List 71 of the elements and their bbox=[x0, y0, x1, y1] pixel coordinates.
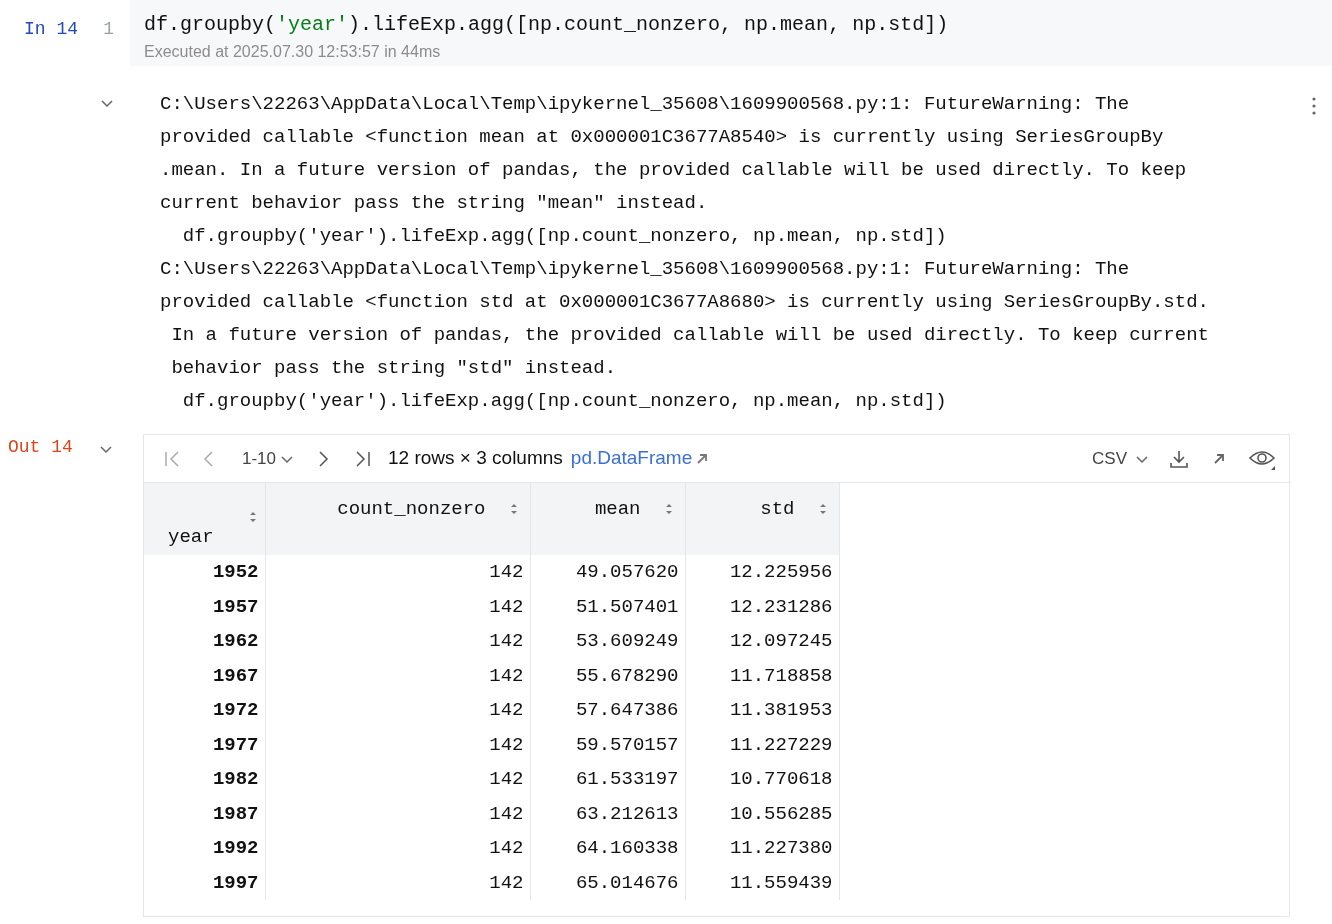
sort-icon[interactable] bbox=[664, 503, 673, 516]
row-index: 1952 bbox=[144, 555, 265, 590]
row-index: 1977 bbox=[144, 727, 265, 762]
table-cell: 51.507401 bbox=[530, 589, 685, 624]
output-text-line: C:\Users\22263\AppData\Local\Temp\ipykernel_35608\1609900568.py:1: FutureWarning: The bbox=[160, 257, 1131, 282]
table-cell: 11.718858 bbox=[685, 658, 839, 693]
table-cell: 142 bbox=[265, 762, 530, 797]
table-cell: 142 bbox=[265, 796, 530, 831]
table-summary: 12 rows × 3 columns bbox=[388, 446, 563, 471]
output-text-line: provided callable <function std at 0x000001C3677A8680> is currently using SeriesGroupBy.std. bbox=[160, 290, 1209, 315]
table-cell: 11.381953 bbox=[685, 693, 839, 728]
table-cell: 63.212613 bbox=[530, 796, 685, 831]
output-text-line: C:\Users\22263\AppData\Local\Temp\ipykernel_35608\1609900568.py:1: FutureWarning: The bbox=[160, 92, 1131, 117]
table-cell: 11.227380 bbox=[685, 831, 839, 866]
export-format-dropdown[interactable]: CSV bbox=[1084, 445, 1157, 472]
column-header-label[interactable]: std bbox=[760, 495, 795, 524]
sort-icon[interactable] bbox=[509, 503, 518, 516]
table-cell: 65.014676 bbox=[530, 865, 685, 900]
type-link[interactable]: pd.DataFrame bbox=[570, 444, 709, 473]
table-cell: 12.231286 bbox=[685, 589, 839, 624]
more-options-icon[interactable] bbox=[1311, 96, 1317, 116]
output-text-line: df.groupby('year').lifeExp.agg([np.count_nonzero, np.mean, np.std]) bbox=[181, 224, 948, 249]
row-index: 1987 bbox=[144, 796, 265, 831]
table-cell: 142 bbox=[265, 555, 530, 590]
table-cell: 142 bbox=[265, 693, 530, 728]
row-index: 1957 bbox=[144, 589, 265, 624]
table-cell: 142 bbox=[265, 658, 530, 693]
table-cell: 12.225956 bbox=[685, 555, 839, 590]
output-text-line: current behavior pass the string "mean" instead. bbox=[160, 191, 709, 216]
table-cell: 49.057620 bbox=[530, 555, 685, 590]
download-icon[interactable] bbox=[1169, 448, 1189, 469]
sort-icon[interactable] bbox=[818, 503, 827, 516]
row-index: 1997 bbox=[144, 865, 265, 900]
table-cell: 142 bbox=[265, 589, 530, 624]
table-cell: 12.097245 bbox=[685, 624, 839, 659]
cell-prompt: Out 14 bbox=[7, 436, 73, 459]
table-cell: 10.770618 bbox=[685, 762, 839, 797]
table-cell: 57.647386 bbox=[530, 693, 685, 728]
last-page-icon[interactable] bbox=[354, 449, 373, 468]
cell-prompt: In 14 bbox=[23, 18, 78, 41]
table-cell: 142 bbox=[265, 831, 530, 866]
external-link-icon bbox=[696, 452, 709, 465]
execution-info: Executed at 2025.07.30 12:53:57 in 44ms bbox=[144, 42, 442, 62]
column-header-label[interactable]: mean bbox=[594, 495, 641, 524]
output-text-line: .mean. In a future version of pandas, the provided callable will be used directly. To keep bbox=[160, 158, 1188, 183]
table-cell: 10.556285 bbox=[685, 796, 839, 831]
table-cell: 59.570157 bbox=[530, 727, 685, 762]
table-cell: 142 bbox=[265, 727, 530, 762]
row-index: 1992 bbox=[144, 831, 265, 866]
code-line: df.groupby('year').lifeExp.agg([np.count_nonzero, np.mean, np.std]) bbox=[144, 12, 950, 38]
table-cell: 11.227229 bbox=[685, 727, 839, 762]
output-text-line: behavior pass the string "std" instead. bbox=[170, 356, 618, 381]
line-number: 1 bbox=[103, 18, 115, 41]
table-cell: 61.533197 bbox=[530, 762, 685, 797]
table-cell: 11.559439 bbox=[685, 865, 839, 900]
output-text-line: df.groupby('year').lifeExp.agg([np.count_nonzero, np.mean, np.std]) bbox=[181, 389, 948, 414]
row-index: 1982 bbox=[144, 762, 265, 797]
table-cell: 142 bbox=[265, 624, 530, 659]
column-header-label: year bbox=[167, 525, 214, 550]
table-cell: 53.609249 bbox=[530, 624, 685, 659]
table-cell: 55.678290 bbox=[530, 658, 685, 693]
table-cell: 142 bbox=[265, 865, 530, 900]
expand-icon[interactable] bbox=[1213, 452, 1225, 465]
row-index: 1972 bbox=[144, 693, 265, 728]
output-text-line: provided callable <function mean at 0x000001C3677A8540> is currently using SeriesGroupBy bbox=[160, 125, 1165, 150]
output-text-line: In a future version of pandas, the provided callable will be used directly. To keep current bbox=[170, 323, 1209, 348]
table-cell: 64.160338 bbox=[530, 831, 685, 866]
page-range-dropdown[interactable]: 1-10 bbox=[234, 445, 303, 472]
row-index: 1962 bbox=[144, 624, 265, 659]
row-index: 1967 bbox=[144, 658, 265, 693]
sort-icon bbox=[248, 511, 257, 523]
